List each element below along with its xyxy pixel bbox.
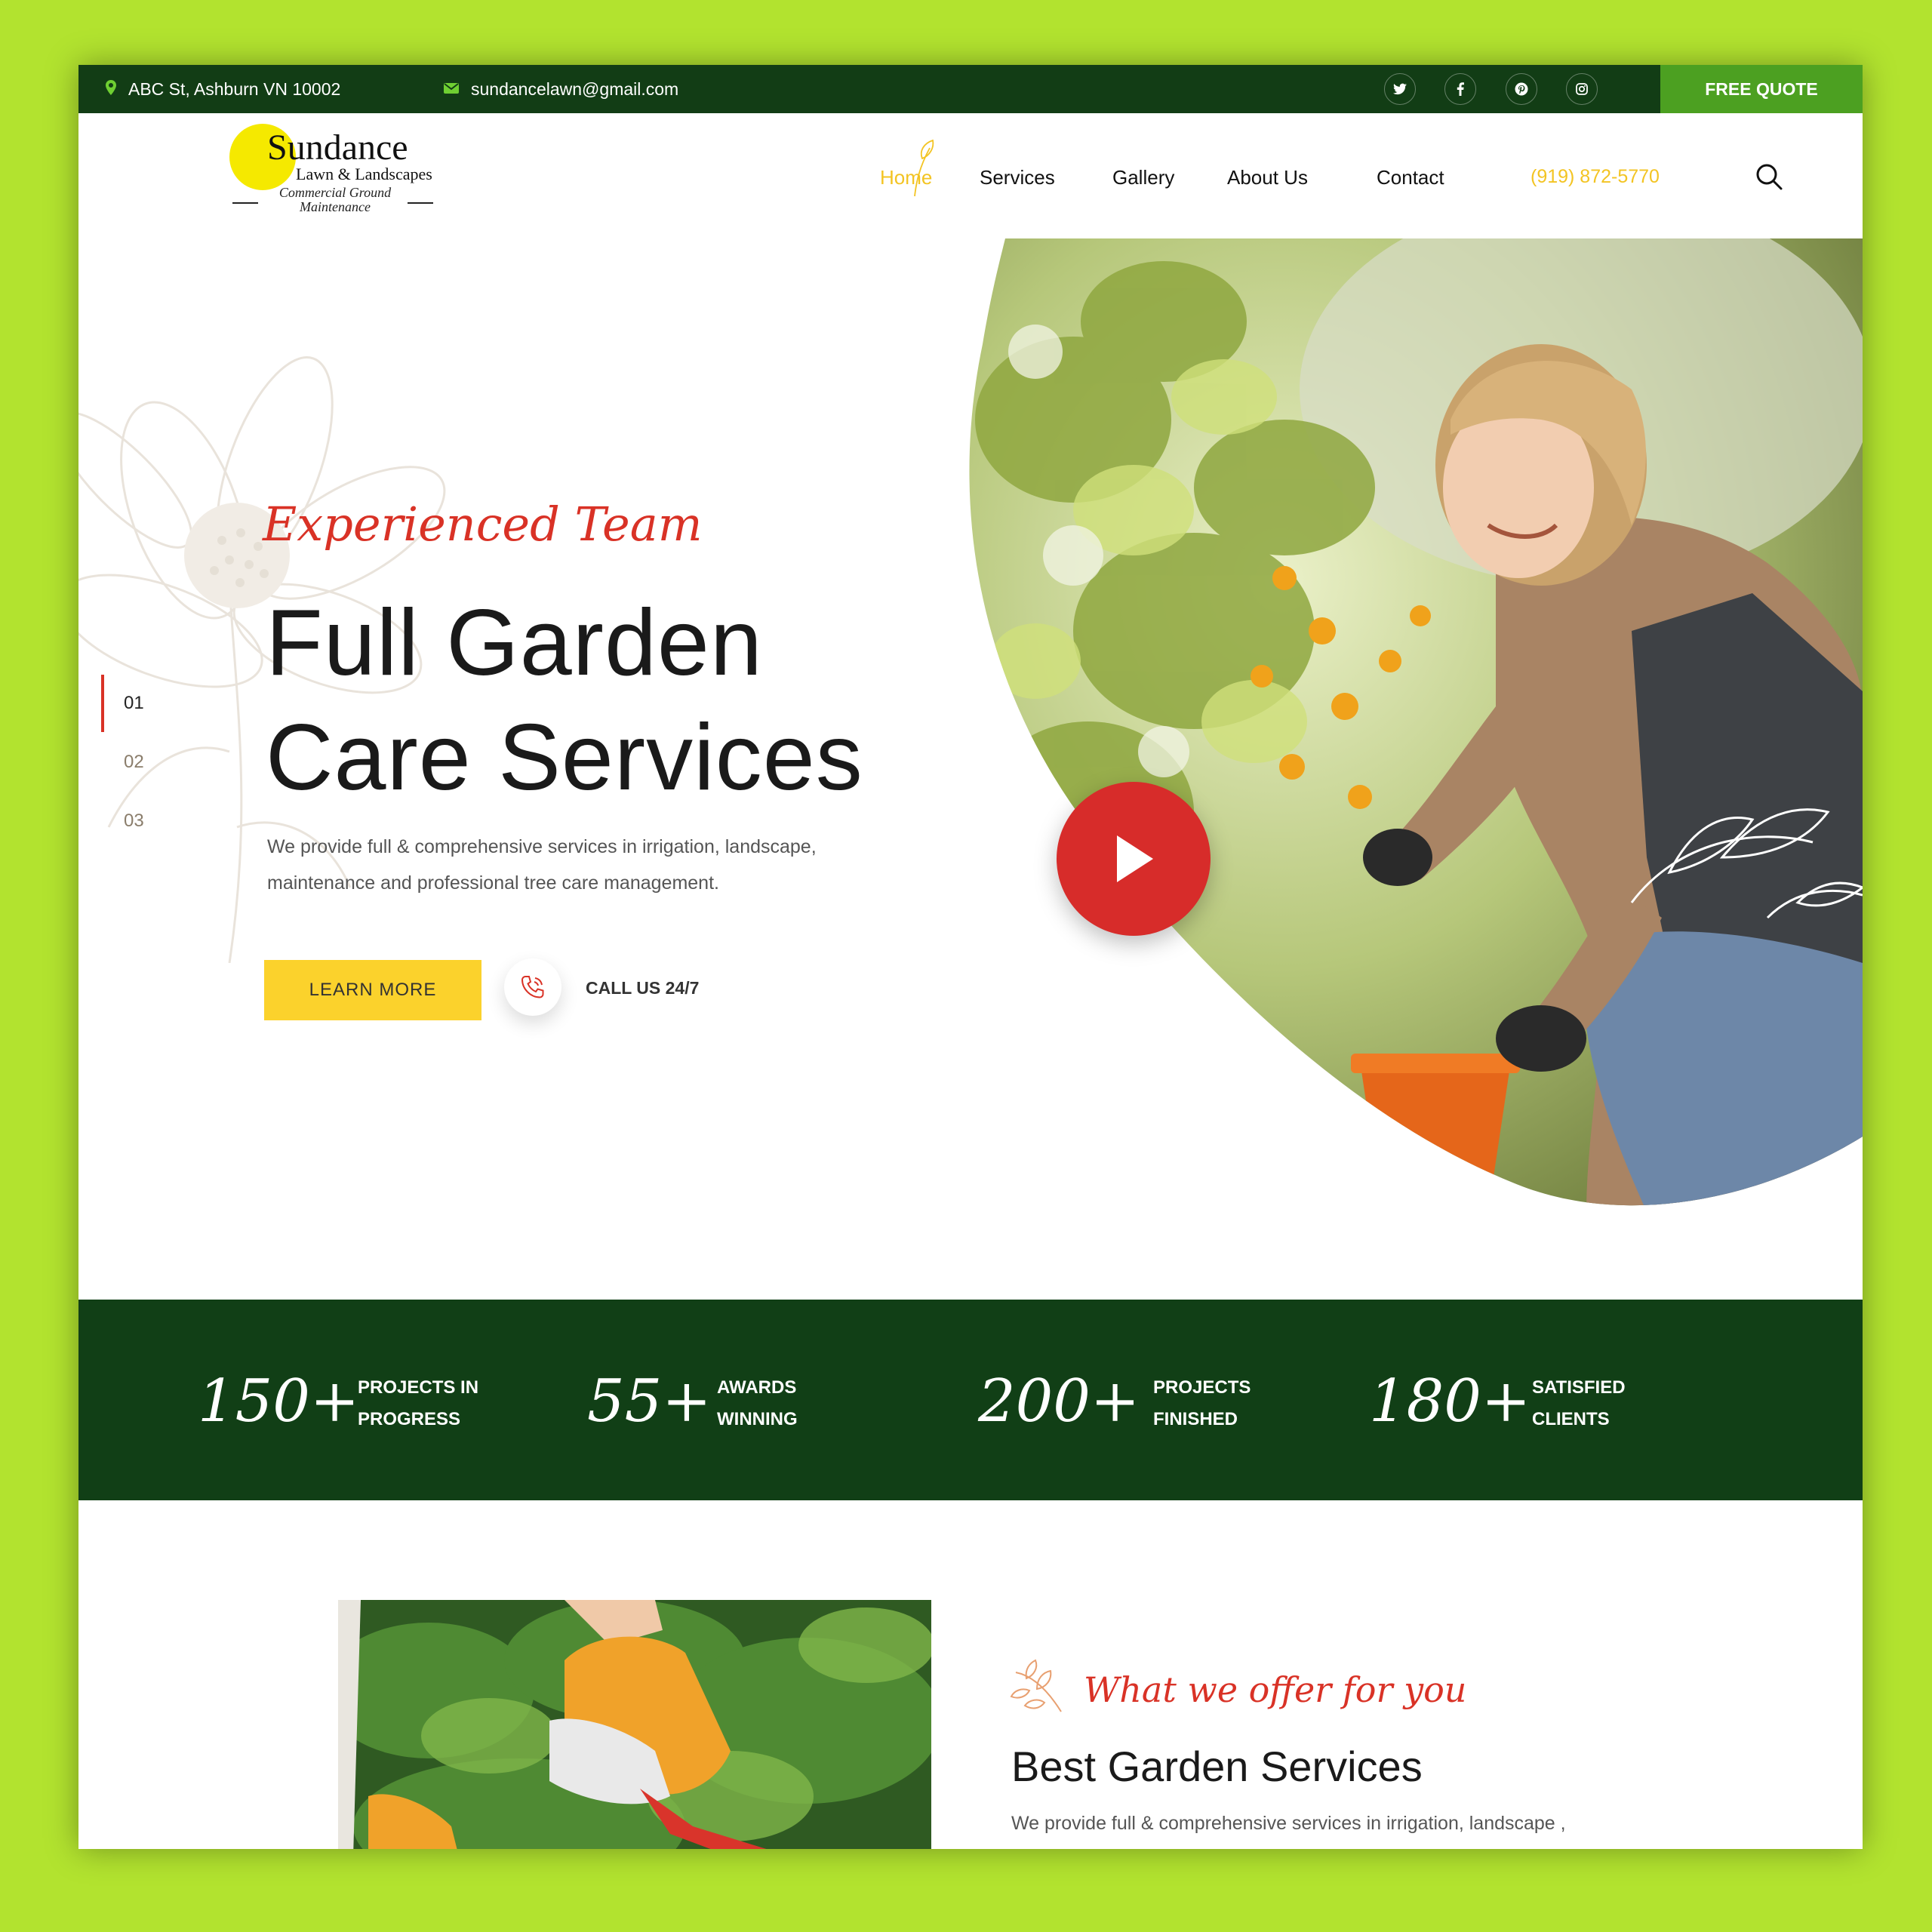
hero-description: We provide full & comprehensive services… xyxy=(267,829,886,901)
location-pin-icon xyxy=(106,79,116,99)
pinterest-icon[interactable] xyxy=(1506,73,1537,105)
slide-number-1[interactable]: 01 xyxy=(124,693,144,714)
stat-number: 180+ xyxy=(1369,1367,1531,1435)
stat-number: 150+ xyxy=(198,1367,360,1435)
offer-script-title: What we offer for you xyxy=(1084,1669,1467,1710)
play-icon xyxy=(1117,835,1153,882)
learn-more-button[interactable]: LEARN MORE xyxy=(264,960,481,1020)
stat-label-line2: PROGRESS xyxy=(358,1409,461,1429)
stat-label-line1: PROJECTS IN xyxy=(358,1377,479,1398)
stat-label-line1: AWARDS xyxy=(717,1377,797,1398)
stat-number: 55+ xyxy=(587,1367,712,1435)
stat-label: PROJECTS IN PROGRESS xyxy=(358,1372,478,1435)
address-info: ABC St, Ashburn VN 10002 xyxy=(106,65,340,113)
hero-description-line1: We provide full & comprehensive services… xyxy=(267,836,817,857)
logo-subtitle: Lawn & Landscapes xyxy=(296,165,432,183)
nav-home[interactable]: Home xyxy=(880,166,932,189)
phone-icon xyxy=(521,976,544,998)
stat-label: PROJECTS FINISHED xyxy=(1153,1372,1251,1435)
gardening-gloves-image xyxy=(338,1600,931,1849)
stat-label-line2: WINNING xyxy=(717,1409,798,1429)
header-phone[interactable]: (919) 872-5770 xyxy=(1531,166,1660,188)
website-frame: ABC St, Ashburn VN 10002 sundancelawn@gm… xyxy=(78,65,1863,1849)
search-icon[interactable] xyxy=(1754,162,1784,192)
hero-title-line2: Care Services xyxy=(266,706,863,810)
offer-title: Best Garden Services xyxy=(1011,1743,1423,1790)
address-text: ABC St, Ashburn VN 10002 xyxy=(128,78,341,99)
stat-label: SATISFIED CLIENTS xyxy=(1532,1372,1626,1435)
call-us-text[interactable]: CALL US 24/7 xyxy=(586,978,699,998)
email-text[interactable]: sundancelawn@gmail.com xyxy=(471,79,678,100)
logo-name: Sundance xyxy=(267,128,408,168)
call-button[interactable] xyxy=(504,958,561,1016)
hero-title: Full Garden Care Services xyxy=(266,586,863,815)
site-logo[interactable]: Sundance Lawn & Landscapes Commercial Gr… xyxy=(229,121,456,226)
hero-description-line2: maintenance and professional tree care m… xyxy=(267,872,719,894)
slide-indicator-bar xyxy=(101,675,104,732)
stat-label-line2: CLIENTS xyxy=(1532,1409,1610,1429)
slide-number-3[interactable]: 03 xyxy=(124,811,144,832)
offer-description: We provide full & comprehensive services… xyxy=(1011,1813,1566,1834)
stats-band: 150+ PROJECTS IN PROGRESS 55+ AWARDS WIN… xyxy=(78,1300,1863,1500)
hero-script-title: Experienced Team xyxy=(263,497,703,552)
logo-divider xyxy=(408,202,433,204)
nav-about-us[interactable]: About Us xyxy=(1227,166,1308,189)
nav-contact[interactable]: Contact xyxy=(1377,166,1444,189)
free-quote-button[interactable]: FREE QUOTE xyxy=(1660,65,1863,113)
twitter-icon[interactable] xyxy=(1384,73,1416,105)
logo-tagline: Commercial Ground Maintenance xyxy=(278,185,392,214)
stat-label: AWARDS WINNING xyxy=(717,1372,798,1435)
envelope-icon xyxy=(444,82,459,97)
hero-title-line1: Full Garden xyxy=(266,591,763,695)
slide-number-2[interactable]: 02 xyxy=(124,752,144,773)
stat-label-line2: FINISHED xyxy=(1153,1409,1238,1429)
top-bar: ABC St, Ashburn VN 10002 sundancelawn@gm… xyxy=(78,65,1863,113)
stat-number: 200+ xyxy=(978,1367,1140,1435)
nav-services[interactable]: Services xyxy=(980,166,1055,189)
stat-label-line1: SATISFIED xyxy=(1532,1377,1626,1398)
hero-gardener-image xyxy=(969,238,1863,1206)
nav-gallery[interactable]: Gallery xyxy=(1112,166,1174,189)
facebook-icon[interactable] xyxy=(1444,73,1476,105)
video-play-button[interactable] xyxy=(1057,782,1211,936)
offer-leaf-icon xyxy=(1010,1659,1062,1712)
email-info[interactable]: sundancelawn@gmail.com xyxy=(444,65,678,113)
logo-divider xyxy=(232,202,258,204)
instagram-icon[interactable] xyxy=(1566,73,1598,105)
stat-label-line1: PROJECTS xyxy=(1153,1377,1251,1398)
